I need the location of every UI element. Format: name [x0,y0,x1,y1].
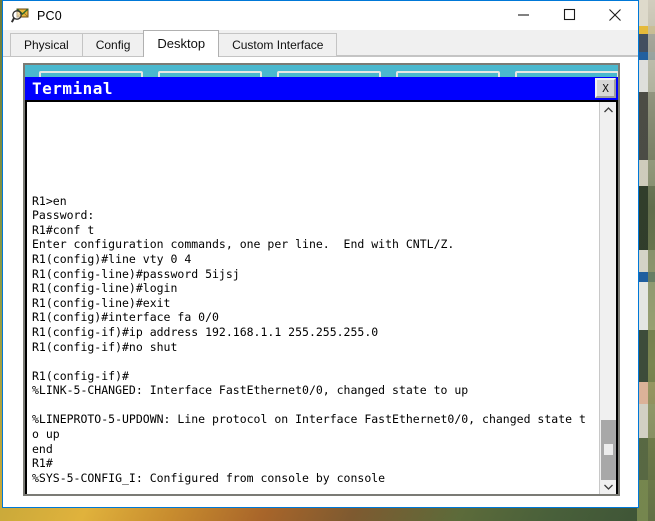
packet-tracer-icon [10,7,29,25]
page-title: PC0 [37,8,62,23]
background-wallpaper-strip [648,0,655,521]
window-controls [500,1,638,30]
window-body: Terminal X R1>en Password: R1#conf t Ent… [3,57,638,507]
close-icon [608,8,622,24]
tab-bar: Physical Config Desktop Custom Interface [3,30,638,57]
minimize-icon [517,8,530,23]
terminal-title: Terminal [32,78,114,98]
scroll-down-icon[interactable] [600,479,616,494]
tab-physical[interactable]: Physical [10,33,83,56]
tab-custom-interface[interactable]: Custom Interface [218,33,338,56]
terminal-body: R1>en Password: R1#conf t Enter configur… [25,100,618,494]
maximize-button[interactable] [546,1,592,30]
close-button[interactable] [592,1,638,30]
pc0-window: PC0 Physical Config Desktop Custom Inter… [2,0,639,508]
scroll-up-icon[interactable] [600,102,616,118]
desktop-panel: Terminal X R1>en Password: R1#conf t Ent… [23,63,620,496]
terminal-output[interactable]: R1>en Password: R1#conf t Enter configur… [27,102,599,494]
minimize-button[interactable] [500,1,546,30]
tab-filler [336,32,638,56]
tab-config[interactable]: Config [81,33,145,56]
tab-desktop[interactable]: Desktop [143,30,220,57]
close-icon: X [602,81,609,95]
terminal-close-button[interactable]: X [595,78,616,98]
scrollbar-grip [604,444,613,455]
window-titlebar: PC0 [3,1,638,30]
terminal-scrollbar[interactable] [599,102,616,494]
maximize-icon [563,8,576,23]
scrollbar-thumb[interactable] [601,420,616,480]
terminal-window: Terminal X R1>en Password: R1#conf t Ent… [25,77,618,494]
desktop-background: PC0 Physical Config Desktop Custom Inter… [0,0,655,521]
terminal-titlebar: Terminal X [25,77,618,100]
